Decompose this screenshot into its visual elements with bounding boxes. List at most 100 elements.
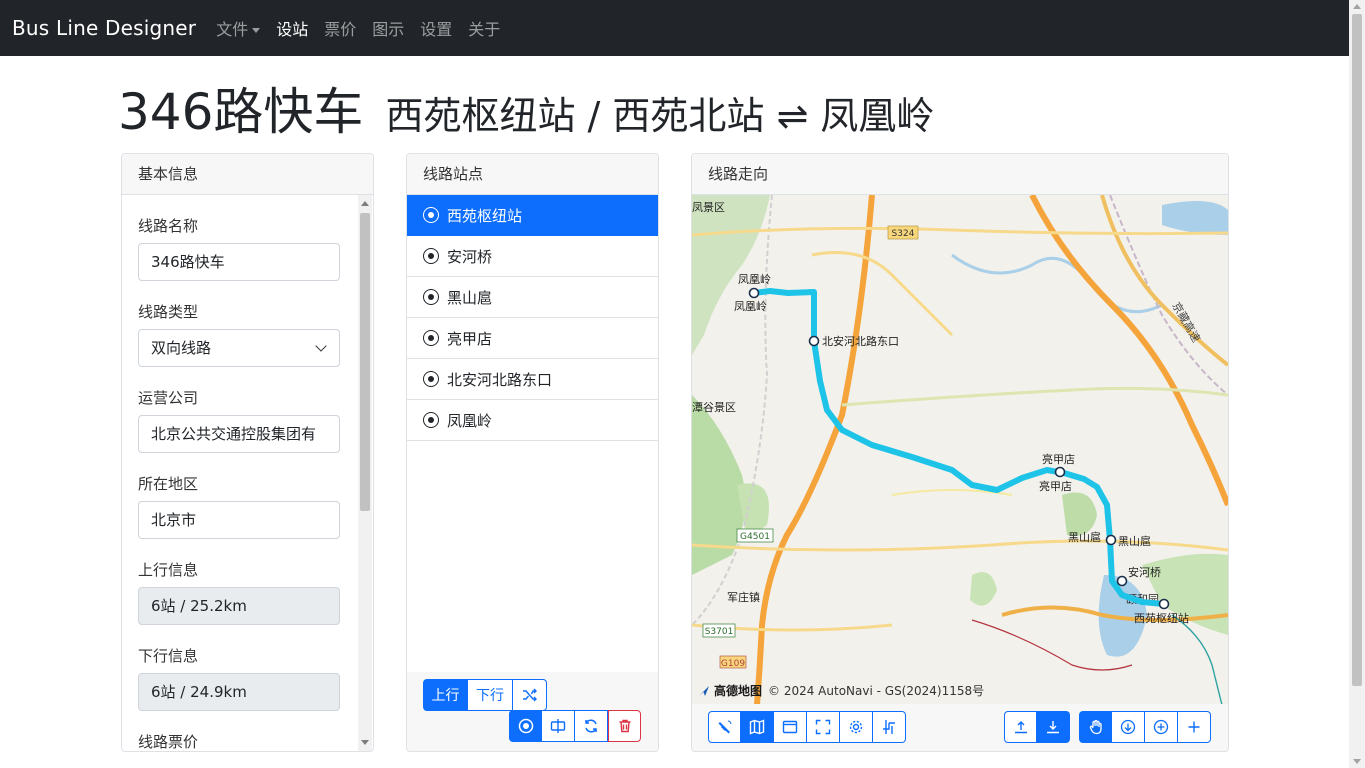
- area-label: 潭谷景区: [692, 401, 736, 414]
- route-icon: [883, 720, 895, 734]
- nav-file[interactable]: 文件: [208, 16, 268, 40]
- down-info-field: 6站 / 24.9km: [138, 673, 340, 711]
- road-label-g4501: G4501: [740, 532, 770, 542]
- basic-info-scrollbar[interactable]: [358, 195, 372, 751]
- scroll-down-icon[interactable]: [361, 740, 369, 745]
- nav-stations[interactable]: 设站: [268, 16, 316, 40]
- route-name-title: 346路快车: [118, 83, 364, 141]
- basic-info-header: 基本信息: [122, 154, 373, 195]
- operator-input[interactable]: 北京公共交通控股集团有: [138, 415, 340, 453]
- scrollbar-thumb[interactable]: [360, 213, 370, 511]
- nav-fare[interactable]: 票价: [316, 16, 364, 40]
- area-label: 军庄镇: [727, 590, 760, 604]
- station-label: 安河桥: [1128, 565, 1161, 579]
- station-item[interactable]: 北安河北路东口: [407, 359, 658, 400]
- shuffle-button[interactable]: [513, 679, 547, 711]
- map-edit-tools: [1079, 711, 1211, 743]
- route-type-select[interactable]: 双向线路: [138, 329, 340, 367]
- page-scrollbar[interactable]: [1349, 0, 1365, 768]
- station-item[interactable]: 黑山扈: [407, 277, 658, 318]
- navbar: Bus Line Designer 文件 设站 票价 图示 设置 关于: [0, 0, 1349, 56]
- map-toolbar: [692, 704, 1228, 751]
- station-mode-icon: [518, 718, 533, 734]
- station-item[interactable]: 安河桥: [407, 236, 658, 277]
- direction-down-button[interactable]: 下行: [468, 679, 513, 711]
- station-label: 凤凰岭: [734, 299, 767, 313]
- route-name-input[interactable]: 346路快车: [138, 243, 340, 281]
- region-label: 所在地区: [138, 475, 199, 493]
- download-icon: [1047, 721, 1059, 734]
- station-radio-icon: [423, 330, 439, 346]
- direction-toggle: 上行 下行: [423, 679, 547, 711]
- map-view-tools: [708, 711, 906, 743]
- route-name-label: 线路名称: [138, 217, 199, 235]
- satellite-button[interactable]: [708, 711, 741, 743]
- nav-settings[interactable]: 设置: [412, 16, 460, 40]
- road-label-g109: G109: [721, 659, 745, 669]
- download-button[interactable]: [1037, 711, 1070, 743]
- station-item[interactable]: 西苑枢纽站: [407, 195, 658, 236]
- delete-button[interactable]: [608, 710, 641, 742]
- satellite-icon: [718, 720, 731, 734]
- operator-label: 运营公司: [138, 389, 199, 407]
- station-item[interactable]: 亮甲店: [407, 318, 658, 359]
- route-type-label: 线路类型: [138, 303, 199, 321]
- scroll-up-icon[interactable]: [361, 201, 369, 206]
- split-icon: [550, 719, 566, 733]
- road-label-s324: S324: [892, 229, 915, 239]
- app-brand[interactable]: Bus Line Designer: [12, 16, 196, 40]
- window-button[interactable]: [774, 711, 807, 743]
- map-layer-button[interactable]: [741, 711, 774, 743]
- station-radio-icon: [423, 289, 439, 305]
- map-settings-button[interactable]: [840, 711, 873, 743]
- direction-up-button[interactable]: 上行: [423, 679, 468, 711]
- nav-about[interactable]: 关于: [460, 16, 508, 40]
- route-button[interactable]: [873, 711, 906, 743]
- pan-hand-icon: [1089, 719, 1102, 735]
- nav-diagram[interactable]: 图示: [364, 16, 412, 40]
- scrollbar-thumb[interactable]: [1352, 14, 1362, 686]
- station-label: 北安河北路东口: [822, 334, 899, 348]
- split-button[interactable]: [542, 710, 575, 742]
- scroll-down-icon[interactable]: [1353, 759, 1361, 764]
- basic-info-body: 线路名称 346路快车 线路类型 双向线路 运营公司 北京公共交通控股集团有 所…: [122, 195, 373, 751]
- page-title: 346路快车 西苑枢纽站 / 西苑北站 ⇌ 凤凰岭: [118, 72, 934, 144]
- route-map-card: 线路走向 S324 G4501 S3701 G109 京藏高速 凤景区 潭谷景区…: [691, 153, 1229, 752]
- pan-button[interactable]: [1079, 711, 1112, 743]
- plus-icon: [1188, 721, 1200, 733]
- station-label: 西苑枢纽站: [1134, 611, 1189, 625]
- fullscreen-button[interactable]: [807, 711, 840, 743]
- fare-label: 线路票价: [138, 733, 199, 751]
- shuffle-icon: [522, 688, 537, 702]
- refresh-button[interactable]: [575, 710, 608, 742]
- station-actions: [509, 710, 641, 742]
- route-terminals-title: 西苑枢纽站 / 西苑北站 ⇌ 凤凰岭: [385, 94, 935, 138]
- station-label: 亮甲店: [1042, 452, 1075, 466]
- road-label-s3701: S3701: [705, 627, 734, 637]
- add-circle-button[interactable]: [1145, 711, 1178, 743]
- route-map[interactable]: S324 G4501 S3701 G109 京藏高速 凤景区 潭谷景区 军庄镇 …: [692, 195, 1228, 705]
- move-down-button[interactable]: [1112, 711, 1145, 743]
- station-radio-icon: [423, 371, 439, 387]
- map-layer-icon: [749, 719, 765, 735]
- region-input[interactable]: 北京市: [138, 501, 340, 539]
- chevron-down-icon: [315, 340, 327, 352]
- station-label: 亮甲店: [1039, 479, 1072, 493]
- map-attribution: 高德地图 © 2024 AutoNavi - GS(2024)1158号: [698, 682, 984, 699]
- scroll-up-icon[interactable]: [1353, 4, 1361, 9]
- arrow-down-circle-icon: [1120, 719, 1136, 735]
- station-mode-button[interactable]: [509, 710, 542, 742]
- station-label: 黑山扈: [1068, 530, 1101, 544]
- stations-header: 线路站点: [407, 154, 658, 195]
- refresh-icon: [585, 719, 597, 733]
- up-info-field: 6站 / 25.2km: [138, 587, 340, 625]
- station-label: 凤凰岭: [738, 272, 771, 286]
- map-canvas[interactable]: S324 G4501 S3701 G109 京藏高速 凤景区 潭谷景区 军庄镇 …: [692, 195, 1228, 705]
- station-item[interactable]: 凤凰岭: [407, 400, 658, 441]
- add-button[interactable]: [1178, 711, 1211, 743]
- upload-button[interactable]: [1004, 711, 1037, 743]
- station-radio-icon: [423, 248, 439, 264]
- upload-icon: [1014, 721, 1027, 734]
- fullscreen-icon: [815, 719, 831, 735]
- station-list: 西苑枢纽站 安河桥 黑山扈 亮甲店 北安河北路东口 凤凰岭: [407, 195, 658, 441]
